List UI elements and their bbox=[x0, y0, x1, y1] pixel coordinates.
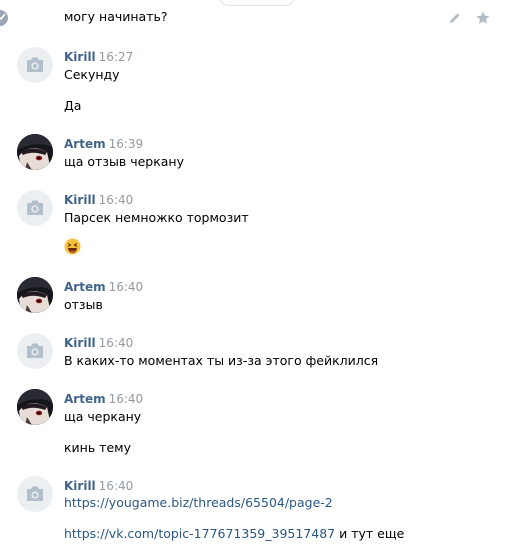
message-text: могу начинать? bbox=[64, 9, 168, 24]
avatar[interactable] bbox=[17, 389, 53, 425]
star-icon[interactable] bbox=[475, 10, 491, 26]
message-text-suffix: и тут еще bbox=[335, 526, 405, 541]
avatar[interactable] bbox=[17, 333, 53, 369]
message-time[interactable]: 16:40 bbox=[99, 193, 134, 207]
message-text: отзыв bbox=[64, 297, 103, 312]
message-time[interactable]: 16:40 bbox=[99, 336, 134, 350]
message-text: Да bbox=[64, 98, 82, 113]
message-meta: Artem 16:40 bbox=[64, 279, 143, 294]
selected-check-icon[interactable] bbox=[0, 10, 8, 26]
avatar[interactable] bbox=[17, 134, 53, 170]
message-text: В каких-то моментах ты из-за этого фейкл… bbox=[64, 353, 379, 368]
message-text: Парсек немножко тормозит bbox=[64, 210, 249, 225]
author-name[interactable]: Kirill bbox=[64, 336, 96, 350]
message-meta: Artem 16:40 bbox=[64, 391, 143, 406]
avatar[interactable] bbox=[17, 277, 53, 313]
avatar[interactable] bbox=[17, 190, 53, 226]
avatar[interactable] bbox=[17, 476, 53, 512]
message-meta: Kirill 16:40 bbox=[64, 192, 133, 207]
message-text: ща отзыв черкану bbox=[64, 154, 184, 169]
message-meta: Kirill 16:27 bbox=[64, 49, 133, 64]
message-time[interactable]: 16:39 bbox=[109, 137, 144, 151]
pencil-icon[interactable] bbox=[447, 10, 463, 26]
message-meta: Artem 16:39 bbox=[64, 136, 143, 151]
date-pill-text: ... bbox=[276, 0, 286, 3]
message-time[interactable]: 16:40 bbox=[109, 392, 144, 406]
message-text: кинь тему bbox=[64, 440, 131, 455]
message-text: https://yougame.biz/threads/65504/page-2 bbox=[64, 495, 333, 510]
author-name[interactable]: Kirill bbox=[64, 50, 96, 64]
message-meta: Kirill 16:40 bbox=[64, 478, 133, 493]
author-name[interactable]: Kirill bbox=[64, 479, 96, 493]
message-text: https://vk.com/topic-177671359_39517487 … bbox=[64, 526, 404, 541]
message-text: Секунду bbox=[64, 67, 120, 82]
author-name[interactable]: Artem bbox=[64, 392, 106, 406]
author-name[interactable]: Artem bbox=[64, 137, 106, 151]
message-time[interactable]: 16:40 bbox=[99, 479, 134, 493]
message-actions bbox=[447, 10, 491, 26]
author-name[interactable]: Artem bbox=[64, 280, 106, 294]
laughing-emoji-icon bbox=[64, 238, 81, 255]
message-text: ща черкану bbox=[64, 409, 142, 424]
message-link[interactable]: https://vk.com/topic-177671359_39517487 bbox=[64, 526, 335, 541]
message-meta: Kirill 16:40 bbox=[64, 335, 133, 350]
avatar[interactable] bbox=[17, 47, 53, 83]
message-time[interactable]: 16:40 bbox=[109, 280, 144, 294]
date-pill: ... bbox=[219, 0, 295, 6]
author-name[interactable]: Kirill bbox=[64, 193, 96, 207]
message-time[interactable]: 16:27 bbox=[99, 50, 134, 64]
message-link[interactable]: https://yougame.biz/threads/65504/page-2 bbox=[64, 495, 333, 510]
